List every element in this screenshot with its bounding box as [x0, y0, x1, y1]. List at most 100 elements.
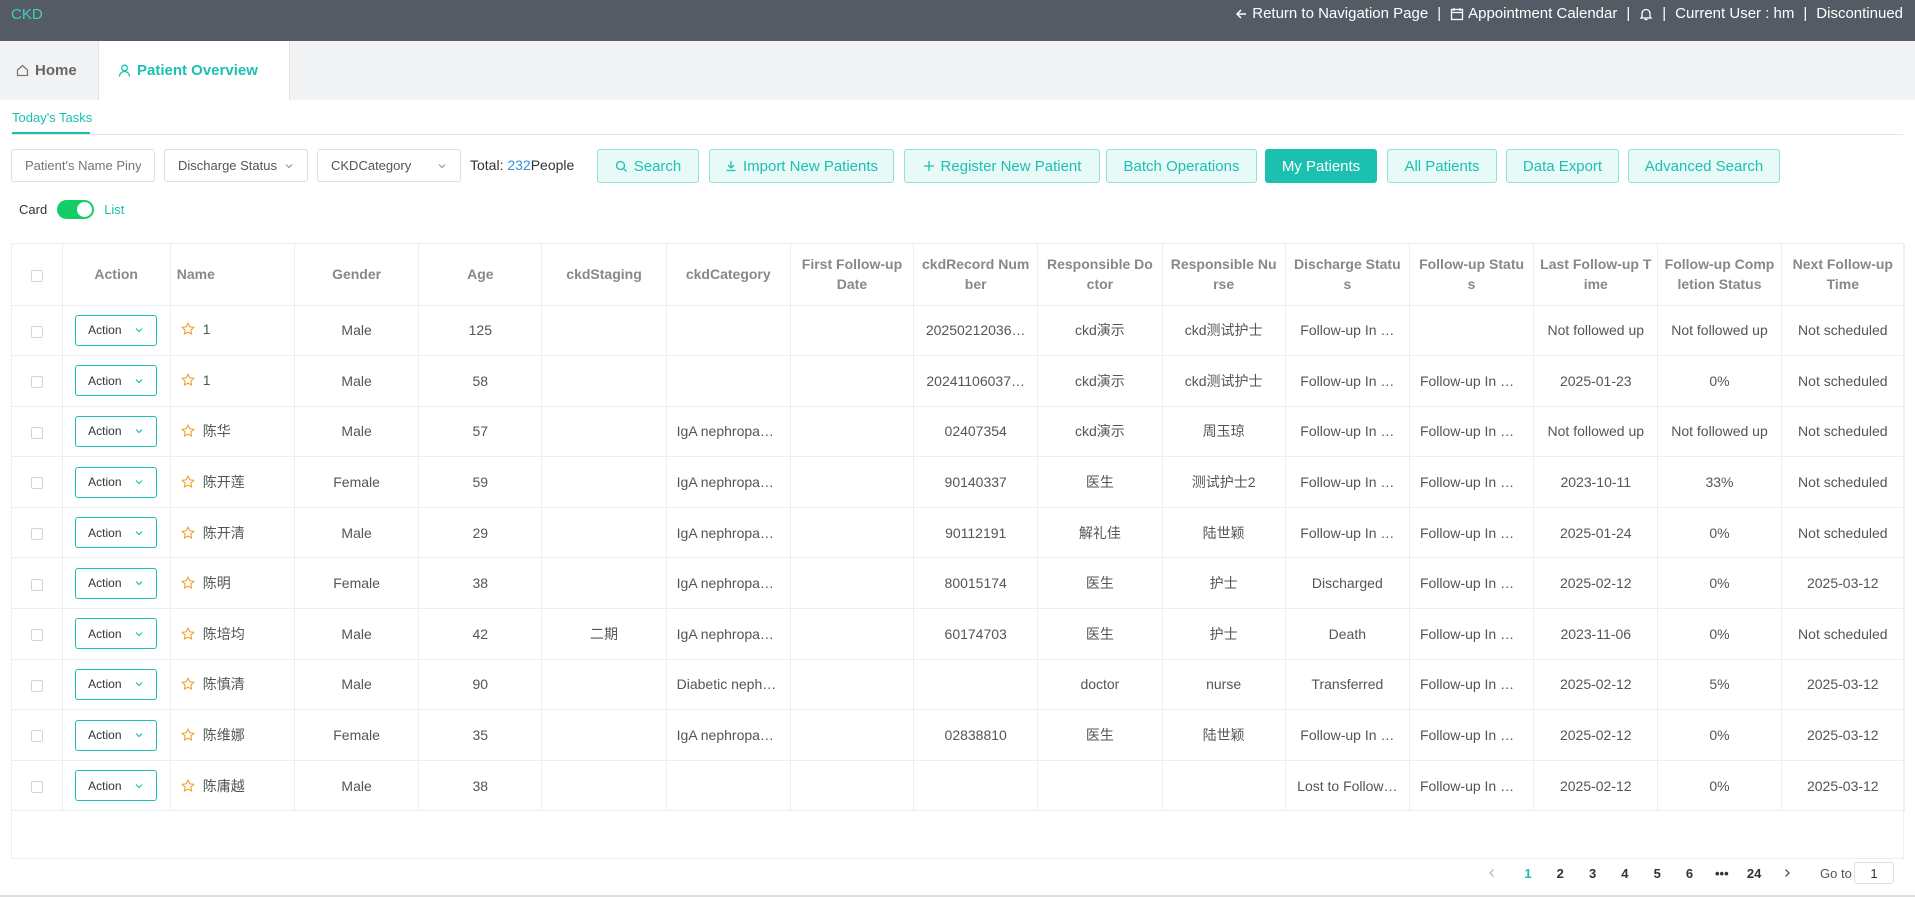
- chevron-down-icon: [135, 378, 143, 384]
- import-patients-button[interactable]: Import New Patients: [709, 149, 894, 183]
- page-number[interactable]: 5: [1645, 866, 1669, 881]
- tab-patient-overview[interactable]: Patient Overview: [98, 41, 290, 100]
- notification-bell[interactable]: [1639, 7, 1653, 21]
- row-action-dropdown[interactable]: Action: [75, 770, 158, 802]
- cell-discharge-status: Follow-up In …: [1285, 456, 1410, 508]
- row-action-dropdown[interactable]: Action: [75, 314, 158, 346]
- star-icon[interactable]: [180, 372, 195, 387]
- cell-first-followup: [790, 557, 915, 610]
- chevron-down-icon: [135, 328, 143, 333]
- star-icon[interactable]: [180, 424, 195, 438]
- row-action-dropdown[interactable]: Action: [75, 618, 158, 650]
- star-icon[interactable]: [180, 728, 195, 742]
- page-number[interactable]: 2: [1548, 866, 1572, 881]
- row-action-dropdown[interactable]: Action: [75, 719, 158, 751]
- cell-name: 陈开莲: [170, 456, 295, 508]
- return-navigation-link[interactable]: Return to Navigation Page: [1234, 5, 1428, 22]
- return-navigation-label: Return to Navigation Page: [1252, 5, 1429, 22]
- cell-record-number: [913, 760, 1039, 812]
- discharge-status-select[interactable]: Discharge Status: [164, 149, 308, 182]
- patient-name[interactable]: 1: [203, 372, 211, 388]
- calendar-icon: [1450, 7, 1464, 20]
- my-patients-button[interactable]: My Patients: [1265, 149, 1377, 183]
- star-icon[interactable]: [180, 322, 195, 336]
- patient-name[interactable]: 陈慎清: [203, 674, 245, 694]
- row-checkbox[interactable]: [30, 730, 43, 743]
- cell-discharge-status: Death: [1285, 608, 1410, 660]
- select-all-checkbox[interactable]: [30, 269, 43, 282]
- star-icon[interactable]: [180, 576, 195, 590]
- row-checkbox[interactable]: [30, 780, 43, 793]
- advanced-search-button[interactable]: Advanced Search: [1628, 149, 1780, 183]
- cell-name: 陈庸越: [170, 760, 295, 812]
- row-action-dropdown[interactable]: Action: [75, 668, 158, 700]
- patient-name-input[interactable]: [11, 149, 155, 182]
- select-all-header: [12, 244, 63, 306]
- row-action-dropdown[interactable]: Action: [75, 415, 158, 447]
- cell-staging: [541, 406, 667, 458]
- patient-name[interactable]: 陈庸越: [203, 776, 245, 796]
- row-checkbox[interactable]: [30, 376, 43, 389]
- table-row: Action 1 Male 58 20241106037… ckd演示 ckd测试护士 Fol…: [12, 355, 1906, 407]
- table-header-row: Action Name Gender Age ckdStaging ckdCat…: [12, 244, 1906, 306]
- prev-page-icon[interactable]: [1487, 868, 1497, 878]
- batch-operations-button[interactable]: Batch Operations: [1106, 149, 1257, 183]
- appointment-calendar-link[interactable]: Appointment Calendar: [1450, 5, 1617, 22]
- patient-name[interactable]: 陈开清: [203, 523, 245, 543]
- cell-next-followup: Not scheduled: [1781, 406, 1906, 458]
- page-ellipsis[interactable]: •••: [1710, 866, 1734, 881]
- row-action-cell: Action: [62, 456, 171, 508]
- cell-discharge-status: Follow-up In …: [1285, 406, 1410, 458]
- cell-gender: Female: [294, 557, 420, 610]
- cell-completion: 0%: [1657, 709, 1782, 761]
- row-checkbox[interactable]: [30, 325, 43, 338]
- data-export-button[interactable]: Data Export: [1506, 149, 1619, 183]
- plus-icon: [923, 161, 934, 171]
- star-icon[interactable]: [180, 677, 195, 691]
- star-icon[interactable]: [180, 778, 195, 793]
- cell-category: [666, 305, 791, 357]
- search-button[interactable]: Search: [597, 149, 699, 183]
- row-action-dropdown[interactable]: Action: [75, 365, 158, 397]
- row-action-dropdown[interactable]: Action: [75, 466, 158, 498]
- patient-name[interactable]: 陈开莲: [203, 472, 245, 492]
- star-icon[interactable]: [180, 626, 195, 641]
- cell-record-number: 90140337: [913, 456, 1039, 508]
- page-number[interactable]: 4: [1613, 866, 1637, 881]
- logout-link[interactable]: Discontinued: [1816, 5, 1903, 22]
- row-checkbox[interactable]: [30, 629, 43, 642]
- cell-name: 1: [170, 355, 295, 407]
- row-checkbox[interactable]: [30, 578, 43, 591]
- ckd-category-select[interactable]: CKDCategory: [317, 149, 461, 182]
- page-number[interactable]: 1: [1516, 866, 1540, 881]
- row-checkbox[interactable]: [30, 679, 43, 692]
- cell-name: 陈华: [170, 406, 295, 458]
- row-action-dropdown[interactable]: Action: [75, 517, 158, 549]
- subtab-todays-tasks[interactable]: Today's Tasks: [12, 110, 92, 125]
- patient-name[interactable]: 陈培均: [203, 624, 245, 644]
- star-icon[interactable]: [180, 475, 195, 489]
- patient-name[interactable]: 陈维娜: [203, 725, 245, 745]
- row-checkbox[interactable]: [30, 426, 43, 439]
- row-action-dropdown[interactable]: Action: [75, 567, 158, 599]
- chevron-down-icon: [285, 163, 293, 168]
- page-number[interactable]: 24: [1742, 866, 1766, 881]
- cell-age: 38: [418, 760, 543, 812]
- cell-nurse: ckd测试护士: [1162, 355, 1286, 407]
- page-number[interactable]: 6: [1678, 866, 1702, 881]
- view-toggle-switch[interactable]: [57, 200, 95, 219]
- star-icon[interactable]: [180, 525, 195, 540]
- all-patients-button[interactable]: All Patients: [1387, 149, 1497, 183]
- tab-home[interactable]: Home: [0, 41, 98, 100]
- register-patient-button[interactable]: Register New Patient: [904, 149, 1100, 183]
- row-checkbox[interactable]: [30, 477, 43, 490]
- patient-name[interactable]: 陈明: [203, 573, 231, 593]
- patient-name[interactable]: 陈华: [203, 421, 231, 441]
- row-checkbox[interactable]: [30, 527, 43, 540]
- next-page-icon[interactable]: [1782, 868, 1792, 878]
- patient-name[interactable]: 1: [203, 321, 211, 337]
- page-number[interactable]: 3: [1581, 866, 1605, 881]
- ckd-category-value: CKDCategory: [331, 158, 412, 173]
- cell-age: 58: [418, 355, 543, 407]
- goto-page-input[interactable]: 1: [1854, 862, 1894, 884]
